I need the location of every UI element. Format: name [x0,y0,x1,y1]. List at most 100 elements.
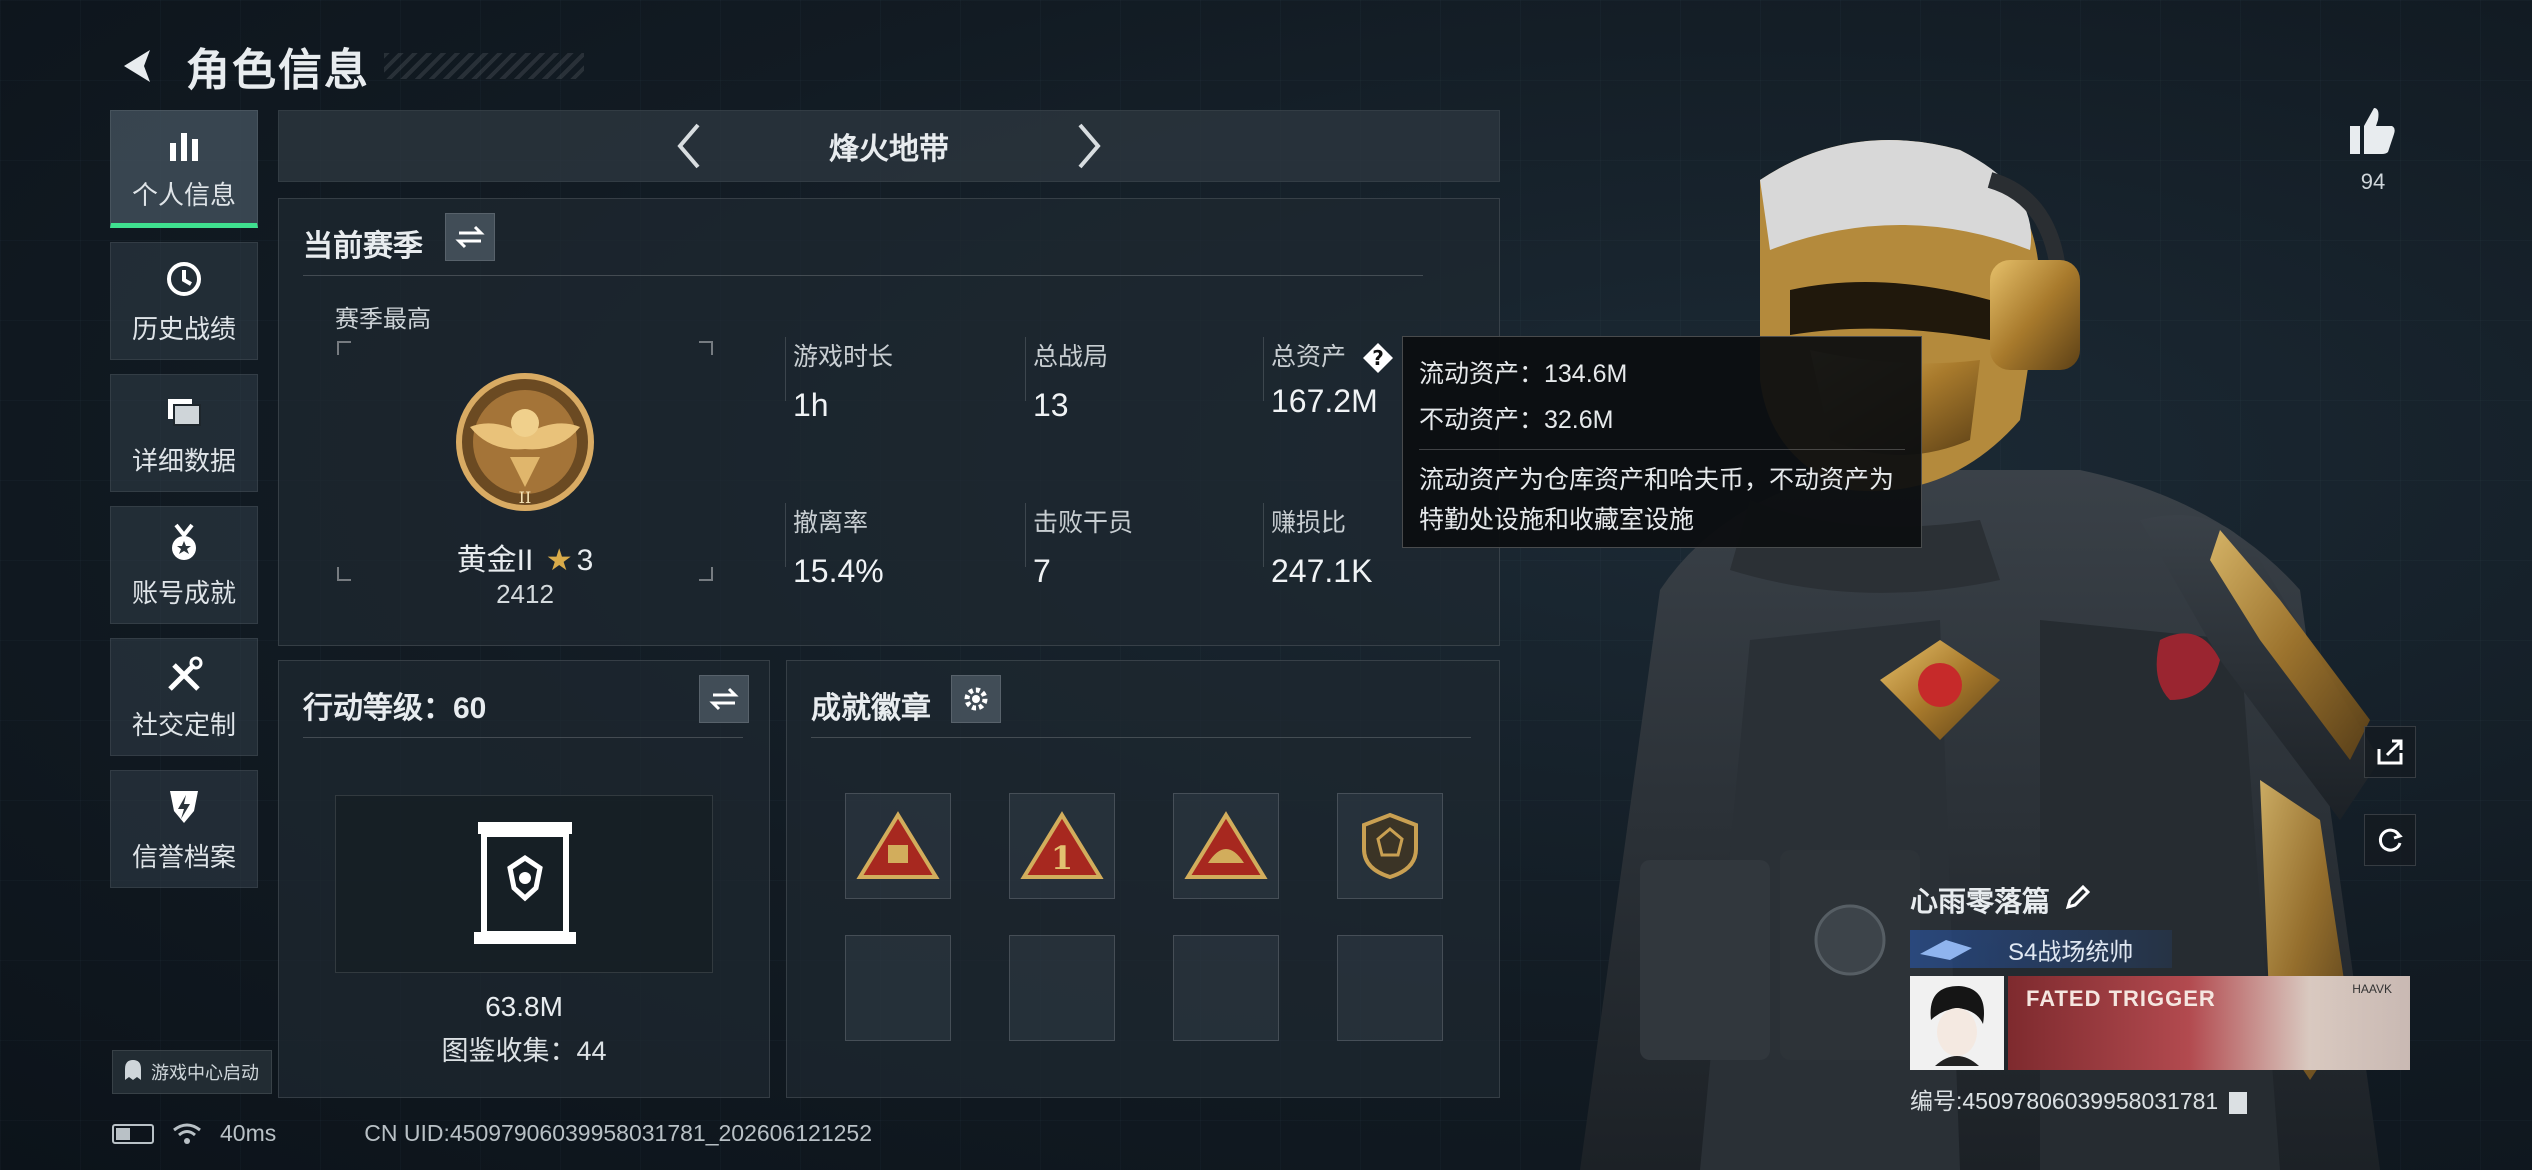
banner-text: FATED TRIGGER [2026,986,2216,1011]
battery-icon [112,1123,154,1144]
stat-extraction-rate: 撤离率 15.4% [793,503,993,590]
chevron-right-icon [1078,123,1101,169]
gallery-preview[interactable] [335,795,713,973]
avatar[interactable] [1910,976,2004,1070]
rotate-button[interactable] [2364,814,2416,866]
swap-icon [455,225,485,249]
wifi-icon [173,1123,201,1144]
medal-icon [162,521,206,565]
like-count: 94 [2360,169,2386,194]
stat-value: 15.4% [793,553,884,589]
sidebar-item-label: 社交定制 [131,709,236,740]
stat-value: 247.1K [1271,553,1373,589]
action-level-switch-button[interactable] [699,675,749,723]
rank-score: 2412 [496,579,554,609]
sidebar-item-achievements[interactable]: 账号成就 [110,506,258,624]
collection-case-icon [474,822,576,944]
sidebar-item-personal-info[interactable]: 个人信息 [110,110,258,228]
stat-label: 游戏时长 [793,343,894,371]
sidebar-item-label: 个人信息 [131,179,236,210]
stat-separator [1025,337,1026,401]
badge-slot[interactable] [1337,793,1443,899]
sidebar: 个人信息 历史战绩 详细数据 账号成就 社交定制 信誉档案 [110,110,258,902]
svg-text:II: II [519,488,532,507]
badge-slot-empty[interactable] [845,935,951,1041]
mode-prev-button[interactable] [659,116,719,176]
stat-play-time: 游戏时长 1h [793,337,993,424]
share-button[interactable] [2364,726,2416,778]
mode-switcher: 烽火地带 [278,110,1500,182]
sidebar-item-credit[interactable]: 信誉档案 [110,770,258,888]
season-title: 当前赛季 [303,230,423,263]
stat-separator [1263,503,1264,567]
sidebar-item-detailed-data[interactable]: 详细数据 [110,374,258,492]
sidebar-item-label: 账号成就 [131,577,236,608]
sidebar-item-label: 历史战绩 [131,313,236,344]
sidebar-item-history[interactable]: 历史战绩 [110,242,258,360]
stat-separator [785,503,786,567]
achievements-panel: 成就徽章 1 [786,660,1500,1098]
chevron-left-icon [677,123,700,169]
stat-value: 7 [1033,553,1051,589]
game-center-label: 游戏中心启动 [151,1063,259,1083]
stat-separator [1263,337,1264,401]
tooltip-description: 流动资产为仓库资产和哈夫币，不动资产为特勤处设施和收藏室设施 [1419,466,1895,534]
player-title: S4战场统帅 [2008,938,2134,966]
stat-label: 撤离率 [793,509,869,537]
shield-lightning-icon [162,785,206,829]
rank-one-badge-icon: 1 [1020,811,1104,879]
achievements-settings-button[interactable] [951,675,1001,723]
stat-label: 击败干员 [1033,509,1134,537]
swap-icon [709,687,739,711]
name-card[interactable]: FATED TRIGGER HAAVK [1910,976,2430,1070]
gear-icon [964,687,988,711]
stat-total-matches: 总战局 13 [1033,337,1233,424]
player-id: 编号:450978060399580317​81 [1910,1082,2430,1116]
stat-separator [785,337,786,401]
edit-icon[interactable] [2064,883,2092,918]
rotate-icon [2378,828,2403,852]
status-bar: 40ms CN UID:4509790603995803178​1_202606… [112,1120,872,1147]
like-button[interactable]: 94 [2340,104,2406,195]
badge-slot[interactable] [1173,793,1279,899]
ping-value: 40ms [220,1120,277,1146]
assets-tooltip: 流动资产：134.6M 不动资产：32.6M 流动资产为仓库资产和哈夫币，不动资… [1402,336,1922,548]
player-id-text: 编号:450978060399580317​81 [1910,1088,2219,1114]
achievements-title: 成就徽章 [811,692,931,725]
season-panel: 当前赛季 赛季最高 II 黄金II ★ 3 2412 游戏时长 1h 总战局 13 [278,198,1500,646]
stat-operators-defeated: 击败干员 7 [1033,503,1233,590]
star-icon: ★ [545,544,573,577]
page-header: 角色信息 [110,26,584,106]
season-divider [303,275,1423,276]
banner-small-text: HAAVK [2352,982,2392,996]
uid-text: CN UID:4509790603995803178​1_20260612125… [364,1120,872,1146]
back-button[interactable] [110,38,166,94]
player-name: 心雨零落篇 [1910,886,2051,917]
ghost-icon [123,1059,143,1086]
season-switch-button[interactable] [445,213,495,261]
back-arrow-icon [124,50,150,82]
help-icon[interactable]: ? [1361,341,1395,375]
badge-slot-empty[interactable] [1009,935,1115,1041]
action-level-panel: 行动等级：60 63.8M 图鉴收集：44 [278,660,770,1098]
badge-slot[interactable]: 1 [1009,793,1115,899]
rank-stars: 3 [576,544,594,577]
mode-next-button[interactable] [1059,116,1119,176]
sidebar-item-social[interactable]: 社交定制 [110,638,258,756]
tooltip-fixed-assets: 不动资产：32.6M [1419,406,1614,434]
name-card-banner: FATED TRIGGER HAAVK [2008,976,2410,1070]
svg-text:?: ? [1372,346,1384,370]
game-center-button[interactable]: 游戏中心启动 [112,1050,272,1094]
badge-slot-empty[interactable] [1173,935,1279,1041]
copy-icon[interactable] [2228,1091,2247,1114]
badge-slot-empty[interactable] [1337,935,1443,1041]
tooltip-divider [1419,449,1905,450]
rank-name-row: 黄金II ★ 3 [337,535,713,579]
helmet-badge-icon [1184,811,1268,879]
triangle-badge-icon [856,811,940,879]
gallery-value: 63.8M [485,991,563,1022]
player-name-row: 心雨零落篇 [1910,880,2430,920]
action-level-divider [303,737,743,738]
share-icon [2377,739,2403,765]
badge-slot[interactable] [845,793,951,899]
